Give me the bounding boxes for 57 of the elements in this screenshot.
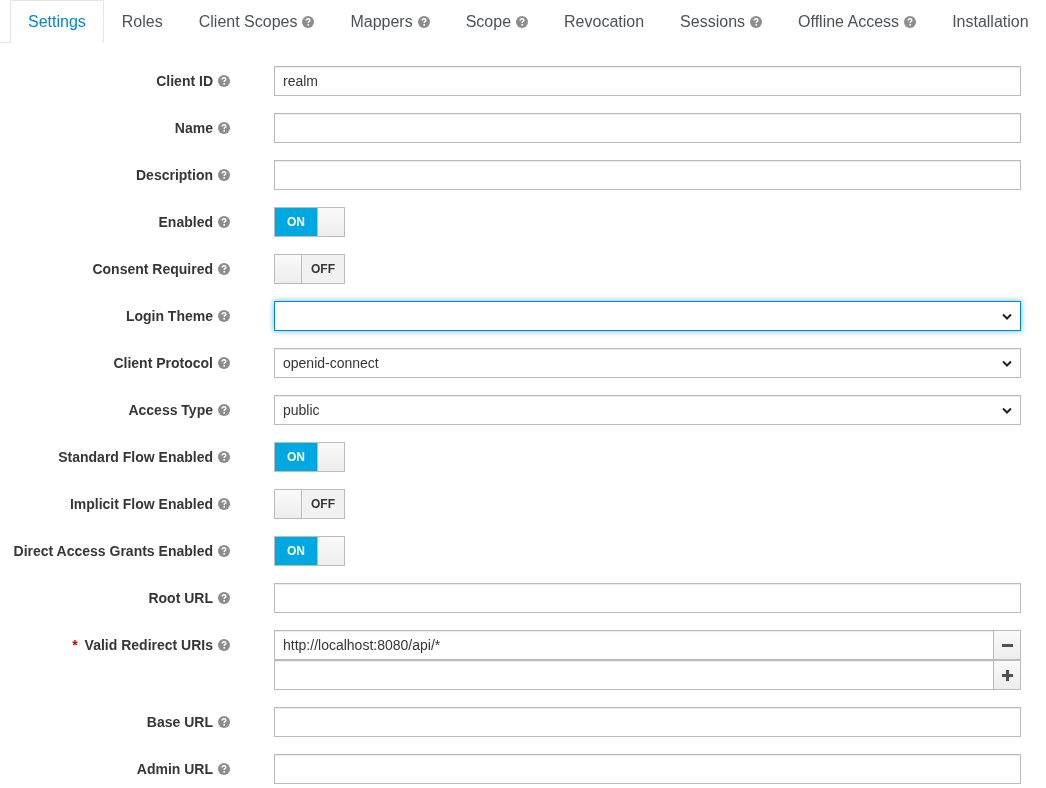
field-label: Name [174, 119, 213, 138]
help-icon[interactable] [218, 763, 230, 775]
field-label: Client ID [156, 72, 213, 91]
help-icon[interactable] [218, 592, 230, 604]
help-icon[interactable] [302, 16, 315, 28]
help-icon[interactable] [218, 498, 230, 510]
help-icon[interactable] [904, 16, 917, 28]
help-icon[interactable] [417, 16, 430, 28]
field-label: Access Type [128, 401, 213, 420]
field-label: Enabled [158, 213, 213, 232]
help-icon[interactable] [218, 716, 230, 728]
toggle-switch[interactable]: OFF [274, 489, 345, 519]
text-field[interactable] [274, 113, 1021, 143]
text-field[interactable] [274, 660, 994, 690]
text-field[interactable]: realm [274, 66, 1021, 96]
field-label: Login Theme [125, 307, 213, 326]
field-label: Root URL [148, 589, 213, 608]
help-icon[interactable] [218, 263, 230, 275]
select-field[interactable]: openid-connect [274, 348, 1021, 378]
help-icon[interactable] [218, 169, 230, 181]
field-label: Valid Redirect URIs [84, 636, 213, 655]
text-field[interactable] [274, 754, 1021, 784]
text-field[interactable] [274, 707, 1021, 737]
chevron-down-icon [1002, 359, 1012, 367]
text-field[interactable]: http://localhost:8080/api/* [274, 630, 994, 660]
text-field[interactable] [274, 583, 1021, 613]
field-label: Base URL [146, 713, 213, 732]
field-label: Description [136, 166, 213, 185]
chevron-down-icon [1002, 406, 1012, 414]
field-label: Implicit Flow Enabled [69, 495, 213, 514]
help-icon[interactable] [516, 16, 529, 28]
help-icon[interactable] [218, 75, 230, 87]
text-field[interactable] [274, 160, 1021, 190]
help-icon[interactable] [218, 545, 230, 557]
help-icon[interactable] [218, 216, 230, 228]
toggle-switch[interactable]: OFF [274, 254, 345, 284]
field-label: Consent Required [92, 260, 213, 279]
required-mark: * [72, 636, 78, 655]
help-icon[interactable] [218, 639, 230, 651]
help-icon[interactable] [218, 404, 230, 416]
field-label: Admin URL [136, 760, 213, 779]
add-button[interactable] [994, 660, 1021, 690]
field-label: Standard Flow Enabled [58, 448, 213, 467]
field-label: Direct Access Grants Enabled [13, 542, 213, 561]
remove-button[interactable] [994, 630, 1021, 660]
select-field[interactable]: public [274, 395, 1021, 425]
help-icon[interactable] [218, 310, 230, 322]
chevron-down-icon [1002, 312, 1012, 320]
help-icon[interactable] [750, 16, 763, 28]
plus-icon [1001, 669, 1013, 681]
tab[interactable]: Settings [10, 0, 104, 43]
help-icon[interactable] [218, 451, 230, 463]
help-icon[interactable] [218, 122, 230, 134]
minus-icon [1001, 643, 1013, 647]
select-field[interactable] [274, 301, 1021, 331]
help-icon[interactable] [218, 357, 230, 369]
field-label: Client Protocol [113, 354, 213, 373]
